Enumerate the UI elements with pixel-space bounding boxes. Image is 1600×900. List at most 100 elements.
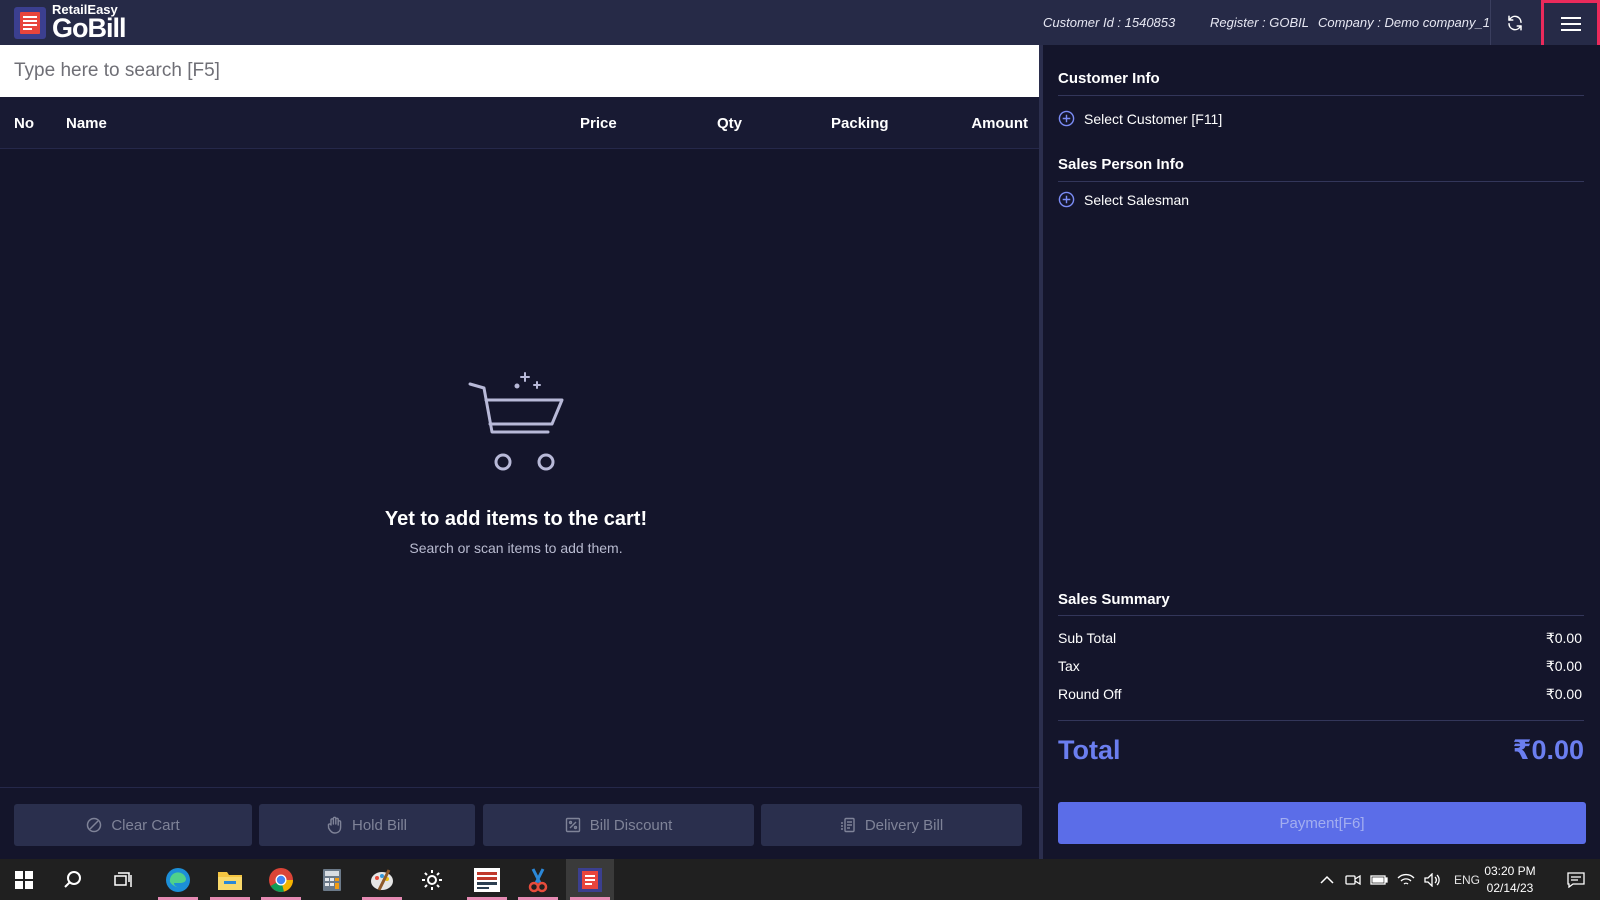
windows-start-icon: [15, 870, 33, 889]
customer-info-divider: [1058, 95, 1584, 96]
windows-taskbar: ENG 03:20 PM 02/14/23: [0, 859, 1600, 900]
volume-icon[interactable]: [1424, 872, 1442, 887]
add-circle-icon: [1058, 110, 1075, 127]
settings-gear-icon: [422, 869, 442, 890]
notifications-button[interactable]: [1552, 859, 1600, 900]
clear-cart-button[interactable]: Clear Cart: [14, 804, 252, 846]
cart-table-header: No Name Price Qty Packing Amount: [0, 97, 1039, 149]
column-header-qty: Qty: [717, 114, 743, 132]
clock-time: 03:20 PM: [1484, 864, 1536, 878]
refresh-button[interactable]: [1499, 8, 1531, 38]
chrome-taskbar-button[interactable]: [257, 859, 305, 900]
search-input[interactable]: [0, 45, 1039, 97]
clear-cart-label: Clear Cart: [111, 816, 180, 834]
bill-discount-label: Bill Discount: [589, 816, 673, 834]
tax-row: Tax ₹0.00: [1058, 658, 1582, 675]
hand-icon: [327, 816, 342, 834]
tax-label: Tax: [1058, 658, 1080, 674]
empty-cart-title: Yet to add items to the cart!: [384, 508, 648, 530]
company-info: Company : Demo company_1: [1318, 15, 1490, 30]
system-tray: ENG: [1320, 859, 1480, 900]
right-panel: Customer Info Select Customer [F11] Sale…: [1043, 45, 1600, 859]
hold-bill-button[interactable]: Hold Bill: [259, 804, 475, 846]
total-label: Total: [1058, 735, 1121, 765]
total-divider: [1058, 720, 1584, 721]
customer-id: Customer Id : 1540853: [1043, 15, 1176, 30]
register-info: Register : GOBIL: [1210, 15, 1309, 30]
gobill-icon: [578, 867, 602, 892]
gobill-logo-icon: [14, 6, 46, 39]
subtotal-row: Sub Total ₹0.00: [1058, 630, 1582, 647]
sales-person-divider: [1058, 181, 1584, 182]
select-customer-button[interactable]: Select Customer [F11]: [1058, 110, 1222, 127]
select-salesman-button[interactable]: Select Salesman: [1058, 191, 1189, 208]
meet-now-icon[interactable]: [1345, 873, 1361, 887]
file-explorer-taskbar-button[interactable]: [206, 859, 254, 900]
empty-cart-subtitle: Search or scan items to add them.: [409, 540, 623, 556]
select-customer-label: Select Customer [F11]: [1084, 110, 1223, 127]
sales-person-info-title: Sales Person Info: [1058, 156, 1184, 173]
refresh-icon: [1508, 15, 1522, 31]
settings-taskbar-button[interactable]: [408, 859, 456, 900]
delivery-bill-button[interactable]: Delivery Bill: [761, 804, 1022, 846]
customer-info-title: Customer Info: [1058, 70, 1160, 87]
sales-summary-divider: [1058, 615, 1584, 616]
calculator-icon: [323, 868, 341, 891]
column-header-packing: Packing: [831, 114, 889, 132]
clock-date: 02/14/23: [1486, 881, 1534, 895]
round-off-label: Round Off: [1058, 686, 1122, 702]
start-button[interactable]: [0, 859, 48, 900]
sales-summary-title: Sales Summary: [1058, 591, 1170, 608]
show-hidden-icons-chevron-icon[interactable]: [1320, 875, 1334, 885]
delivery-bill-label: Delivery Bill: [864, 816, 944, 834]
discount-icon: [565, 817, 580, 833]
shopping-cart-icon: [468, 372, 564, 471]
notification-center-icon: [1567, 871, 1585, 888]
retaileasy-taskbar-button[interactable]: [463, 859, 511, 900]
taskbar-clock[interactable]: 03:20 PM 02/14/23: [1475, 863, 1545, 897]
calculator-taskbar-button[interactable]: [308, 859, 356, 900]
subtotal-value: ₹0.00: [1545, 630, 1582, 646]
total-value: ₹0.00: [1512, 735, 1584, 765]
battery-icon[interactable]: [1370, 874, 1388, 886]
bill-discount-button[interactable]: Bill Discount: [483, 804, 754, 846]
edge-icon: [166, 867, 190, 892]
task-view-button[interactable]: [100, 859, 148, 900]
delivery-bill-icon: [840, 817, 855, 833]
subtotal-label: Sub Total: [1058, 630, 1117, 646]
tax-value: ₹0.00: [1545, 658, 1582, 674]
empty-cart-state: Yet to add items to the cart! Search or …: [0, 370, 1032, 556]
snipping-tool-taskbar-button[interactable]: [514, 859, 562, 900]
hold-bill-label: Hold Bill: [351, 816, 408, 834]
task-view-icon: [114, 871, 132, 887]
column-header-amount: Amount: [971, 114, 1028, 132]
top-bar: RetailEasy GoBill Customer Id : 1540853 …: [0, 0, 1600, 48]
wifi-icon[interactable]: [1397, 873, 1415, 887]
brand-title: GoBill: [52, 13, 126, 43]
chrome-icon: [269, 867, 293, 892]
round-off-row: Round Off ₹0.00: [1058, 686, 1582, 703]
add-circle-icon: [1058, 191, 1075, 208]
total-row: Total ₹0.00: [1058, 735, 1584, 766]
paint-taskbar-button[interactable]: [358, 859, 406, 900]
snipping-tool-icon: [528, 867, 548, 892]
edge-taskbar-button[interactable]: [154, 859, 202, 900]
file-explorer-icon: [218, 871, 242, 890]
hamburger-menu-icon: [1560, 17, 1581, 31]
brand: RetailEasy GoBill: [14, 0, 126, 45]
column-header-price: Price: [580, 114, 617, 132]
select-salesman-label: Select Salesman: [1084, 191, 1190, 208]
column-header-no: No: [14, 114, 34, 132]
taskbar-search-button[interactable]: [49, 859, 97, 900]
paint-icon: [371, 868, 393, 891]
column-header-name: Name: [66, 114, 107, 132]
retaileasy-icon: [474, 867, 500, 892]
menu-button[interactable]: [1541, 0, 1600, 48]
topbar-divider: [1490, 0, 1491, 45]
search-icon: [64, 870, 81, 888]
cart-actions-bar: Clear Cart Hold Bill Bill Discount Deliv…: [0, 787, 1039, 859]
gobill-taskbar-button[interactable]: [566, 859, 614, 900]
round-off-value: ₹0.00: [1545, 686, 1582, 702]
payment-button[interactable]: Payment[F6]: [1058, 802, 1586, 844]
clear-icon: [87, 817, 102, 833]
